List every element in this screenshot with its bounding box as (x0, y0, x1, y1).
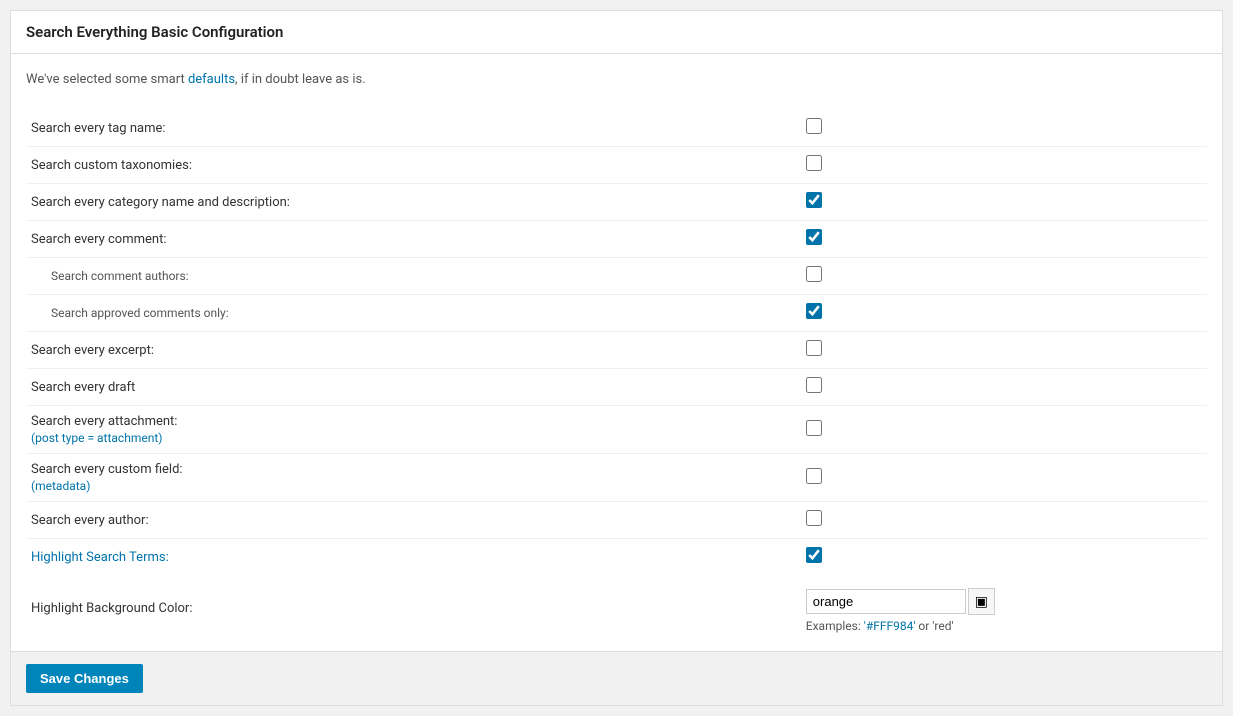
row-every-attachment: Search every attachment:(post type = att… (26, 406, 1207, 454)
config-panel: Search Everything Basic Configuration We… (10, 10, 1223, 706)
row-every-draft: Search every draft (26, 369, 1207, 406)
footer-bar: Save Changes (11, 651, 1222, 705)
highlight-color-input[interactable] (806, 589, 966, 614)
checkbox-every-excerpt[interactable] (806, 340, 822, 356)
row-approved-comments: Search approved comments only: (26, 295, 1207, 332)
label-highlight-terms: Highlight Search Terms: (26, 539, 801, 576)
label-custom-taxonomies: Search custom taxonomies: (26, 147, 801, 184)
color-example: Examples: '#FFF984' or 'red' (806, 619, 1202, 633)
row-category-name: Search every category name and descripti… (26, 184, 1207, 221)
page-wrapper: Search Everything Basic Configuration We… (0, 10, 1233, 706)
row-highlight-terms: Highlight Search Terms: (26, 539, 1207, 576)
checkbox-every-author[interactable] (806, 510, 822, 526)
label-custom-field: Search every custom field:(metadata) (26, 454, 801, 502)
intro-text: We've selected some smart defaults, if i… (26, 64, 1207, 95)
checkbox-tag-name[interactable] (806, 118, 822, 134)
checkbox-highlight-terms[interactable] (806, 547, 822, 563)
label-approved-comments: Search approved comments only: (26, 295, 801, 332)
row-comment-authors: Search comment authors: (26, 258, 1207, 295)
label-category-name: Search every category name and descripti… (26, 184, 801, 221)
intro-link[interactable]: defaults (188, 72, 235, 87)
panel-body: We've selected some smart defaults, if i… (11, 54, 1222, 651)
checkbox-every-comment[interactable] (806, 229, 822, 245)
label-every-draft: Search every draft (26, 369, 801, 406)
row-custom-field: Search every custom field:(metadata) (26, 454, 1207, 502)
row-every-excerpt: Search every excerpt: (26, 332, 1207, 369)
settings-table: Search every tag name:Search custom taxo… (26, 110, 1207, 641)
checkbox-custom-taxonomies[interactable] (806, 155, 822, 171)
color-input-wrap: ▣ (806, 588, 1202, 615)
label-tag-name: Search every tag name: (26, 110, 801, 147)
row-custom-taxonomies: Search custom taxonomies: (26, 147, 1207, 184)
color-example-hex[interactable]: '#FFF984' (864, 619, 916, 633)
save-changes-button[interactable]: Save Changes (26, 664, 143, 693)
highlight-color-row: Highlight Background Color: ▣ Examples: … (26, 575, 1207, 641)
checkbox-every-attachment[interactable] (806, 420, 822, 436)
panel-title: Search Everything Basic Configuration (11, 11, 1222, 54)
row-every-author: Search every author: (26, 502, 1207, 539)
checkbox-custom-field[interactable] (806, 468, 822, 484)
label-every-author: Search every author: (26, 502, 801, 539)
row-tag-name: Search every tag name: (26, 110, 1207, 147)
checkbox-comment-authors[interactable] (806, 266, 822, 282)
checkbox-every-draft[interactable] (806, 377, 822, 393)
highlight-color-label: Highlight Background Color: (31, 601, 796, 616)
label-every-attachment: Search every attachment:(post type = att… (26, 406, 801, 454)
color-picker-button[interactable]: ▣ (968, 588, 995, 615)
label-comment-authors: Search comment authors: (26, 258, 801, 295)
checkbox-approved-comments[interactable] (806, 303, 822, 319)
checkbox-category-name[interactable] (806, 192, 822, 208)
label-every-excerpt: Search every excerpt: (26, 332, 801, 369)
row-every-comment: Search every comment: (26, 221, 1207, 258)
color-example-red: or 'red' (918, 619, 953, 633)
label-every-comment: Search every comment: (26, 221, 801, 258)
